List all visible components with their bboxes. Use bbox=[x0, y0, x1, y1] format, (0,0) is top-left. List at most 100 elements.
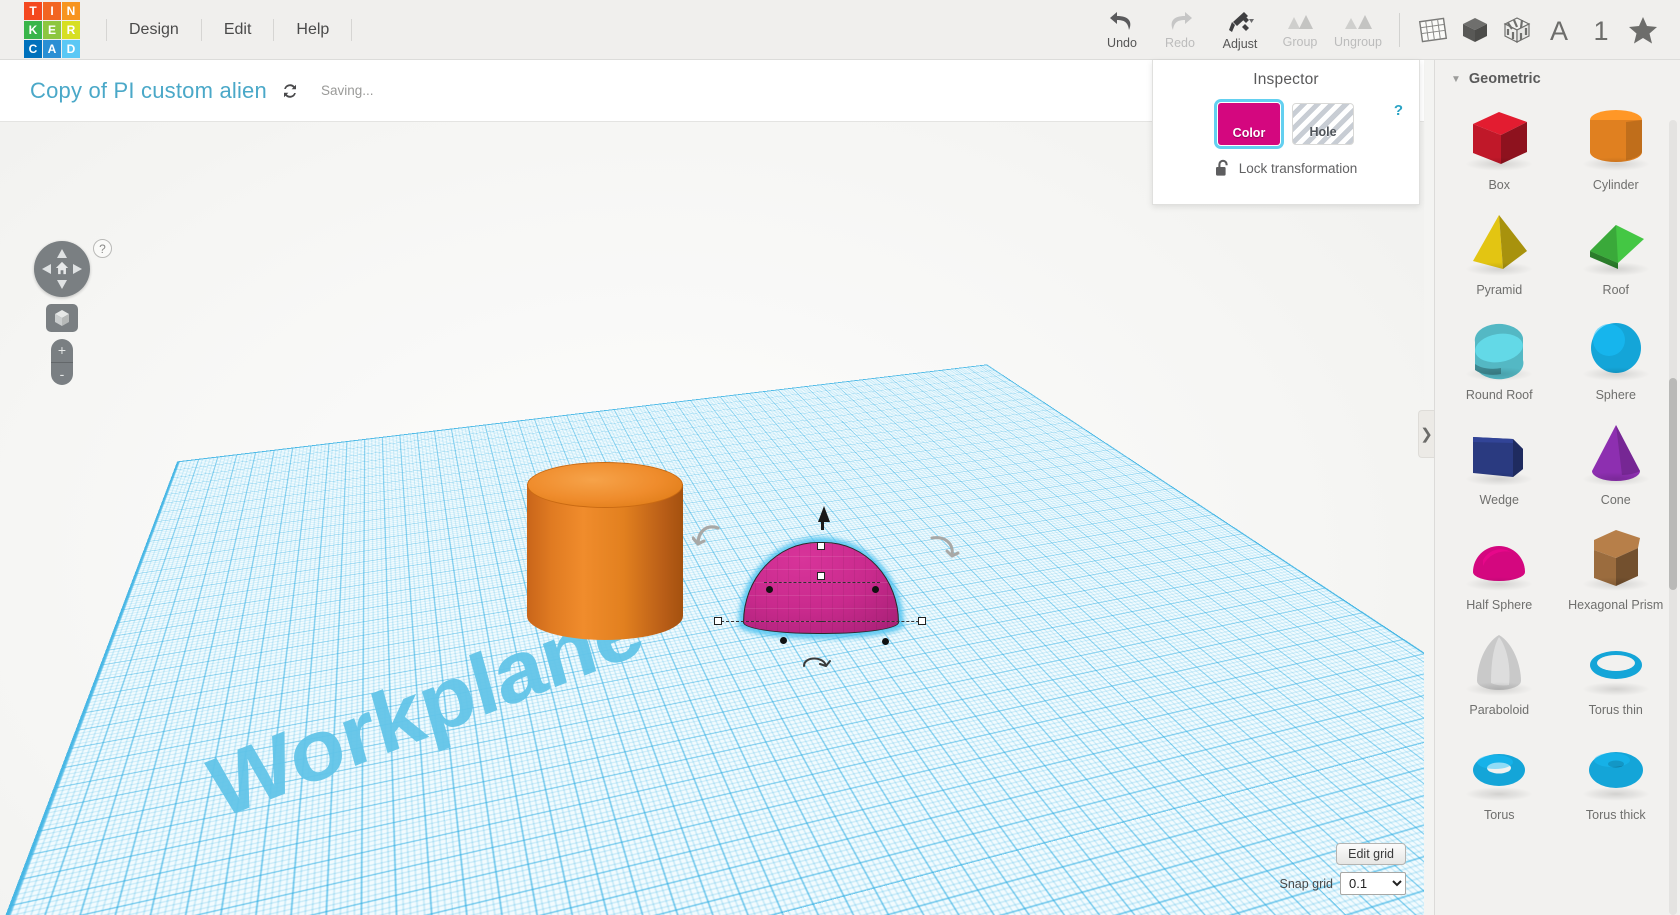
shape-item-paraboloid[interactable]: Paraboloid bbox=[1441, 624, 1558, 719]
hole-swatch-button[interactable]: Hole bbox=[1292, 103, 1354, 145]
shape-item-torus[interactable]: Torus bbox=[1441, 729, 1558, 824]
scale-handle-right[interactable] bbox=[918, 617, 926, 625]
shape-item-box[interactable]: Box bbox=[1441, 99, 1558, 194]
corner-dot-sw[interactable] bbox=[780, 637, 787, 644]
rotate-handle-left[interactable] bbox=[692, 522, 728, 556]
adjust-icon bbox=[1226, 10, 1254, 34]
design-name[interactable]: Copy of PI custom alien bbox=[30, 78, 267, 104]
number-icon[interactable]: 1 bbox=[1580, 0, 1622, 60]
toolbar-divider bbox=[1399, 13, 1400, 47]
shapes-scrollbar-thumb[interactable] bbox=[1669, 378, 1677, 590]
ungroup-button[interactable]: Ungroup bbox=[1329, 0, 1387, 60]
lock-transformation-label: Lock transformation bbox=[1239, 161, 1358, 176]
shape-label: Cylinder bbox=[1593, 178, 1639, 192]
zoom-controls: + - bbox=[51, 339, 73, 385]
edit-grid-button[interactable]: Edit grid bbox=[1336, 843, 1406, 865]
shape-item-half-sphere[interactable]: Half Sphere bbox=[1441, 519, 1558, 614]
shapes-grid: Box Cylinder Pyramid Roof Round Roof Sph… bbox=[1435, 95, 1680, 824]
logo-tile-d-8: D bbox=[62, 40, 80, 58]
shapes-panel: ▼ Geometric Box Cylinder Pyramid Roof Ro… bbox=[1434, 60, 1680, 915]
toolbar: Undo Redo Adjust Group Ungroup A 1 bbox=[1093, 0, 1680, 60]
undo-icon bbox=[1109, 11, 1135, 33]
gizmo-dash-left bbox=[716, 621, 824, 622]
corner-dot-nw[interactable] bbox=[766, 586, 773, 593]
inspector-help-icon[interactable]: ? bbox=[1394, 102, 1403, 119]
shape-label: Paraboloid bbox=[1469, 703, 1529, 717]
shape-label: Sphere bbox=[1596, 388, 1636, 402]
solid-view-icon[interactable] bbox=[1454, 0, 1496, 60]
color-swatch-button[interactable]: Color bbox=[1218, 103, 1280, 145]
zoom-in-button[interactable]: + bbox=[51, 339, 73, 363]
shape-label: Box bbox=[1488, 178, 1510, 192]
3d-viewport[interactable]: Workplane + - ? Edit grid Snap grid 0.1 bbox=[0, 122, 1424, 915]
color-swatch-label: Color bbox=[1233, 126, 1266, 140]
shape-item-cone[interactable]: Cone bbox=[1558, 414, 1675, 509]
shape-item-cylinder[interactable]: Cylinder bbox=[1558, 99, 1675, 194]
svg-text:1: 1 bbox=[1593, 16, 1608, 45]
shape-item-torus-thick[interactable]: Torus thick bbox=[1558, 729, 1675, 824]
text-icon[interactable]: A bbox=[1538, 0, 1580, 60]
home-icon[interactable] bbox=[55, 261, 69, 275]
workplane-icon[interactable] bbox=[1412, 0, 1454, 60]
shape-label: Cone bbox=[1601, 493, 1631, 507]
roundroof-shape-icon bbox=[1453, 309, 1545, 387]
hole-swatch-label: Hole bbox=[1309, 125, 1336, 139]
shape-item-pyramid[interactable]: Pyramid bbox=[1441, 204, 1558, 299]
grid-controls: Edit grid Snap grid 0.10.250.51.02.05.0 bbox=[1279, 843, 1406, 895]
lock-transformation-row[interactable]: Lock transformation bbox=[1153, 159, 1419, 178]
center-handle[interactable] bbox=[817, 572, 825, 580]
shape-item-hexagonal-prism[interactable]: Hexagonal Prism bbox=[1558, 519, 1675, 614]
shape-label: Torus thick bbox=[1586, 808, 1646, 822]
corner-dot-se[interactable] bbox=[882, 638, 889, 645]
logo-tile-n-2: N bbox=[62, 2, 80, 20]
viewport-help-icon[interactable]: ? bbox=[93, 239, 112, 258]
shape-label: Pyramid bbox=[1476, 283, 1522, 297]
height-arrow-icon[interactable] bbox=[818, 506, 830, 522]
xray-view-icon[interactable] bbox=[1496, 0, 1538, 60]
redo-label: Redo bbox=[1165, 36, 1195, 50]
object-cylinder[interactable] bbox=[527, 462, 683, 662]
chevron-down-icon: ▼ bbox=[1451, 74, 1461, 85]
tinkercad-logo[interactable]: TIN KER CAD bbox=[24, 2, 80, 58]
rotate-handle-bottom[interactable] bbox=[800, 650, 834, 678]
sync-icon[interactable] bbox=[281, 82, 299, 100]
group-button[interactable]: Group bbox=[1271, 0, 1329, 60]
shapes-category-label: Geometric bbox=[1469, 71, 1541, 87]
paraboloid-shape-icon bbox=[1453, 624, 1545, 702]
menu-design[interactable]: Design bbox=[106, 19, 202, 41]
star-icon[interactable] bbox=[1622, 0, 1664, 60]
adjust-button[interactable]: Adjust bbox=[1209, 0, 1271, 60]
shape-label: Roof bbox=[1603, 283, 1629, 297]
cylinder-top bbox=[527, 462, 683, 508]
torus-shape-icon bbox=[1453, 729, 1545, 807]
undo-button[interactable]: Undo bbox=[1093, 0, 1151, 60]
shape-item-sphere[interactable]: Sphere bbox=[1558, 309, 1675, 404]
torusthick-shape-icon bbox=[1570, 729, 1662, 807]
shapes-category-header[interactable]: ▼ Geometric bbox=[1435, 60, 1680, 95]
zoom-out-button[interactable]: - bbox=[51, 363, 73, 386]
gizmo-dash-mid bbox=[764, 582, 880, 583]
save-status: Saving... bbox=[321, 83, 374, 98]
shape-label: Round Roof bbox=[1466, 388, 1533, 402]
snap-grid-select[interactable]: 0.10.250.51.02.05.0 bbox=[1340, 872, 1406, 895]
redo-button[interactable]: Redo bbox=[1151, 0, 1209, 60]
group-label: Group bbox=[1283, 35, 1318, 49]
scale-handle-left[interactable] bbox=[714, 617, 722, 625]
menu-edit[interactable]: Edit bbox=[202, 19, 275, 41]
logo-tile-a-7: A bbox=[43, 40, 61, 58]
cylinder-shape-icon bbox=[1570, 99, 1662, 177]
gizmo-dash-right bbox=[818, 621, 924, 622]
shape-item-roof[interactable]: Roof bbox=[1558, 204, 1675, 299]
ungroup-icon bbox=[1343, 12, 1373, 32]
rotate-handle-right[interactable] bbox=[926, 534, 960, 566]
corner-dot-ne[interactable] bbox=[872, 586, 879, 593]
menu-help[interactable]: Help bbox=[274, 19, 352, 41]
view-cube-icon[interactable] bbox=[46, 304, 78, 332]
collapse-panel-chevron-icon[interactable]: ❯ bbox=[1418, 410, 1434, 458]
cone-shape-icon bbox=[1570, 414, 1662, 492]
height-handle[interactable] bbox=[817, 542, 825, 550]
shape-label: Torus bbox=[1484, 808, 1515, 822]
shape-item-torus-thin[interactable]: Torus thin bbox=[1558, 624, 1675, 719]
shape-item-round-roof[interactable]: Round Roof bbox=[1441, 309, 1558, 404]
shape-item-wedge[interactable]: Wedge bbox=[1441, 414, 1558, 509]
